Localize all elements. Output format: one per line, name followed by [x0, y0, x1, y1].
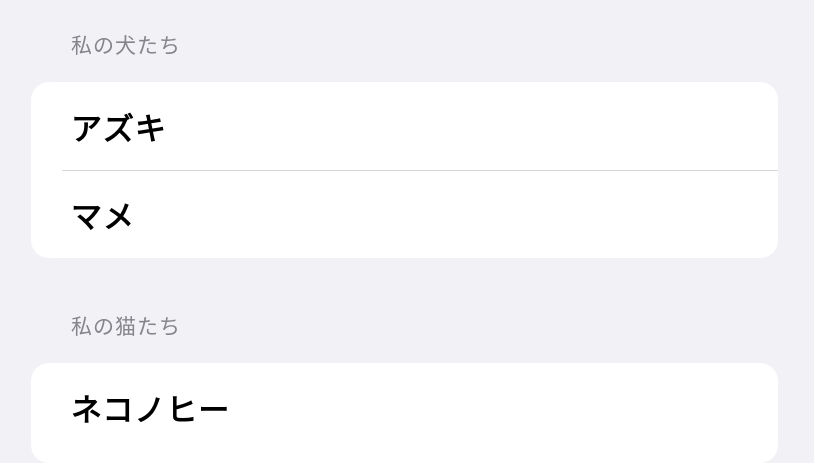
cats-list: ネコノヒー: [31, 363, 778, 463]
list-item[interactable]: アズキ: [31, 82, 778, 170]
section-header-dogs: 私の犬たち: [71, 34, 181, 58]
row-label: マメ: [71, 199, 135, 236]
list-item[interactable]: マメ: [31, 170, 778, 258]
row-label: ネコノヒー: [71, 392, 231, 429]
dogs-list: アズキ マメ: [31, 82, 778, 258]
row-label: アズキ: [71, 111, 167, 148]
list-item[interactable]: ネコノヒー: [31, 363, 778, 451]
section-header-cats: 私の猫たち: [71, 315, 181, 339]
